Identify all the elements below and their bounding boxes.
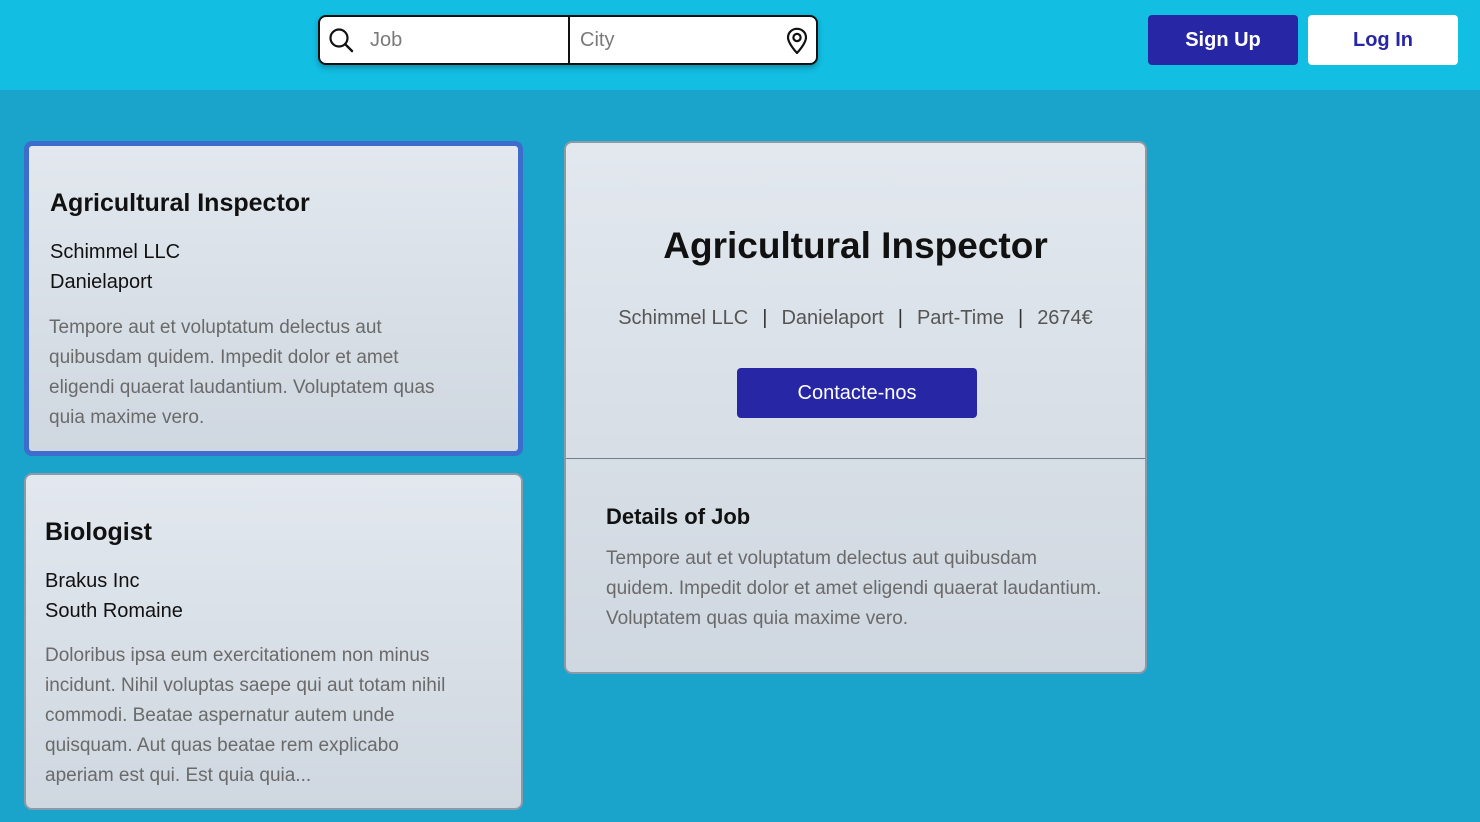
meta-separator: | xyxy=(897,307,903,329)
city-search-field xyxy=(570,17,816,63)
job-card-agricultural-inspector[interactable]: Agricultural Inspector Schimmel LLC Dani… xyxy=(24,141,523,456)
job-detail-salary: 2674€ xyxy=(1037,307,1093,329)
job-card-city: Danielaport xyxy=(50,271,153,293)
detail-divider xyxy=(566,458,1145,459)
search-bar xyxy=(318,15,818,65)
job-card-description: Tempore aut et voluptatum delectus aut q… xyxy=(49,317,435,428)
job-card-city: South Romaine xyxy=(45,600,183,622)
details-heading: Details of Job xyxy=(606,504,751,529)
meta-separator: | xyxy=(762,307,768,329)
sign-up-button[interactable]: Sign Up xyxy=(1148,15,1298,65)
job-card-company: Schimmel LLC xyxy=(50,241,181,263)
job-card-biologist[interactable]: Biologist Brakus Inc South Romaine Dolor… xyxy=(24,473,523,810)
location-pin-icon[interactable] xyxy=(784,27,810,55)
job-detail-company: Schimmel LLC xyxy=(618,307,749,329)
job-input[interactable] xyxy=(320,17,568,63)
search-icon[interactable] xyxy=(328,27,354,53)
job-card-title: Biologist xyxy=(45,518,152,546)
job-detail-type: Part-Time xyxy=(916,307,1004,329)
job-card-description: Doloribus ipsa eum exercitationem non mi… xyxy=(45,645,446,786)
details-text: Tempore aut et voluptatum delectus aut q… xyxy=(606,548,1102,629)
job-detail-panel: Agricultural Inspector Schimmel LLC | Dani… xyxy=(564,141,1147,674)
log-in-button[interactable]: Log In xyxy=(1308,15,1458,65)
job-detail-title: Agricultural Inspector xyxy=(663,225,1048,266)
meta-separator: | xyxy=(1017,307,1024,329)
job-card-title: Agricultural Inspector xyxy=(50,189,310,217)
job-card-company: Brakus Inc xyxy=(45,570,140,592)
contact-button[interactable]: Contacte-nos xyxy=(737,368,977,418)
city-input[interactable] xyxy=(570,17,770,63)
job-detail-meta: Schimmel LLC | Danielaport | Part-Time | 2674€ xyxy=(566,307,1145,330)
job-search-field xyxy=(320,17,570,63)
top-bar: Sign Up Log In xyxy=(0,0,1480,90)
job-detail-city: Danielaport xyxy=(781,307,884,329)
